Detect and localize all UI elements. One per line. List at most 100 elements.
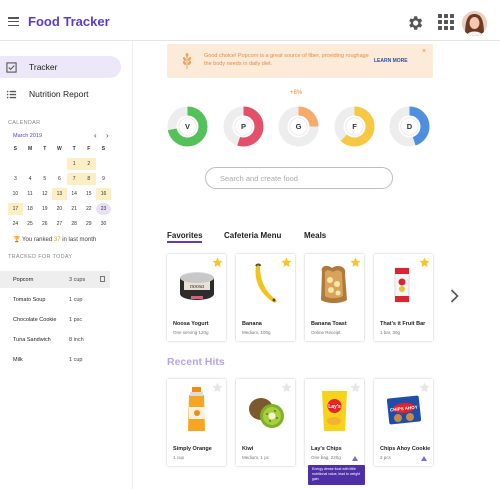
nutrient-ring-f[interactable]: F [334, 106, 375, 147]
tracked-item[interactable]: Tuna Sandwich 8 inch [0, 331, 110, 348]
calendar-day[interactable]: 9 [96, 173, 111, 185]
tracked-section-label: TRACKED FOR TODAY [8, 254, 73, 260]
user-avatar[interactable] [462, 11, 487, 36]
food-name: Lay's Chips [311, 446, 342, 452]
food-name: That's it Fruit Bar [380, 321, 426, 327]
calendar-day[interactable]: 20 [52, 203, 67, 215]
calendar-prev-button[interactable]: ‹ [94, 131, 97, 140]
food-card-banana-toast[interactable]: Banana Toast Online Receipt [305, 254, 364, 341]
star-outline-icon[interactable] [350, 382, 361, 393]
food-card-kiwi[interactable]: Kiwi Medium, 1 pc [236, 379, 295, 466]
weekday-label: S [101, 146, 106, 152]
tracked-item[interactable]: Milk 1 cup [0, 351, 110, 368]
checkbox-icon [6, 61, 17, 73]
tab-cafeteria-menu[interactable]: Cafeteria Menu [224, 231, 281, 240]
calendar-day[interactable]: 24 [8, 218, 23, 230]
calendar-day[interactable]: 3 [8, 173, 23, 185]
star-outline-icon[interactable] [281, 382, 292, 393]
calendar-day[interactable]: 27 [52, 218, 67, 230]
calendar-day[interactable]: 14 [67, 188, 82, 200]
calendar-day[interactable]: 10 [8, 188, 23, 200]
calendar-day[interactable]: 29 [81, 218, 96, 230]
calendar-day[interactable]: 1 [66, 158, 82, 170]
sidebar-divider [132, 41, 133, 489]
calendar-grid: S M T W T F S 1 2 3 4 5 6 7 8 9 10 11 12… [8, 143, 111, 230]
calendar-day[interactable]: 17 [8, 203, 23, 215]
food-serving: 1 bar, 30g [380, 330, 401, 335]
food-card-chips-ahoy[interactable]: CHIPS AHOY Chips Ahoy Cookie 2 pcs [374, 379, 433, 466]
warning-triangle-icon[interactable] [352, 456, 358, 461]
nutrient-ring-d[interactable]: D [389, 106, 430, 147]
calendar-day[interactable]: 15 [81, 188, 96, 200]
tracked-item-qty: 1 cup [69, 356, 83, 363]
recent-hits-title: Recent Hits [167, 356, 225, 368]
tracked-item-name: Tomato Soup [13, 296, 46, 303]
calendar-day[interactable]: 2 [81, 158, 97, 170]
warning-tooltip: Energy dense food with little nutritiona… [308, 465, 365, 485]
calendar-day [96, 158, 111, 170]
food-serving: One serving 120g [173, 330, 209, 335]
calendar-day [52, 158, 67, 170]
calendar-day[interactable]: 18 [23, 203, 38, 215]
nutrient-ring-g[interactable]: G [278, 106, 319, 147]
food-card-fruit-bar[interactable]: That's it Fruit Bar 1 bar, 30g [374, 254, 433, 341]
calendar-day-selected[interactable]: 23 [96, 203, 111, 215]
calendar-day[interactable]: 28 [67, 218, 82, 230]
food-serving: 1 cup [173, 455, 185, 460]
tracked-item[interactable]: Tomato Soup 1 cup [0, 291, 110, 308]
tracked-item[interactable]: Popcorn 3 cups [0, 271, 110, 288]
tab-meals[interactable]: Meals [304, 231, 326, 240]
calendar-section-label: CALENDAR [8, 120, 41, 126]
calendar-day[interactable]: 6 [52, 173, 67, 185]
close-icon[interactable]: × [422, 48, 426, 55]
calendar-day[interactable]: 26 [37, 218, 52, 230]
star-icon[interactable] [419, 257, 430, 268]
warning-triangle-icon[interactable] [421, 456, 427, 461]
calendar-day[interactable]: 7 [66, 173, 82, 185]
weekday-label: W [57, 146, 62, 152]
chevron-right-icon[interactable] [450, 289, 459, 303]
calendar-day [8, 158, 23, 170]
calendar-day[interactable]: 8 [81, 173, 97, 185]
calendar-day[interactable]: 4 [23, 173, 38, 185]
food-name: Simply Orange [173, 446, 212, 452]
calendar-day[interactable]: 16 [96, 188, 111, 200]
tab-favorites[interactable]: Favorites [167, 231, 203, 240]
calendar-day[interactable]: 12 [37, 188, 52, 200]
star-icon[interactable] [212, 257, 223, 268]
food-card-banana[interactable]: Banana Medium, 100g [236, 254, 295, 341]
rank-text: 🏆 You ranked 37 in last month [13, 236, 96, 243]
star-icon[interactable] [281, 257, 292, 268]
trash-icon[interactable] [100, 276, 105, 282]
rank-value: 37 [53, 237, 61, 243]
star-outline-icon[interactable] [212, 382, 223, 393]
star-icon[interactable] [350, 257, 361, 268]
calendar-next-button[interactable]: › [106, 131, 109, 140]
calendar-day[interactable]: 30 [96, 218, 111, 230]
calendar-day[interactable]: 21 [67, 203, 82, 215]
calendar-day[interactable]: 19 [37, 203, 52, 215]
calendar-day[interactable]: 5 [37, 173, 52, 185]
menu-icon[interactable] [8, 17, 19, 27]
calendar-day[interactable]: 25 [23, 218, 38, 230]
learn-more-button[interactable]: LEARN MORE [374, 58, 408, 64]
star-outline-icon[interactable] [419, 382, 430, 393]
food-serving: 2 pcs [380, 455, 391, 460]
calendar-day[interactable]: 13 [52, 188, 67, 200]
nutrient-ring-v[interactable]: V [167, 106, 208, 147]
apps-grid-icon[interactable] [438, 14, 454, 30]
search-input[interactable] [205, 167, 393, 189]
calendar-day[interactable]: 22 [81, 203, 96, 215]
food-card-lays-chips[interactable]: Lay's Lay's Chips One bag, 220g [305, 379, 364, 466]
calendar-day[interactable]: 11 [23, 188, 38, 200]
nutrient-ring-p[interactable]: P [223, 106, 264, 147]
food-serving: Medium, 100g [242, 330, 271, 335]
food-card-simply-orange[interactable]: Simply Orange 1 cup [167, 379, 226, 466]
sidebar-item-tracker[interactable]: Tracker [0, 56, 121, 78]
weekday-label: F [87, 146, 91, 152]
calendar-day [37, 158, 52, 170]
sidebar-item-nutrition-report[interactable]: Nutrition Report [0, 83, 121, 105]
gear-icon[interactable] [406, 14, 424, 32]
food-card-noosa-yogurt[interactable]: noosa Noosa Yogurt One serving 120g [167, 254, 226, 341]
tracked-item[interactable]: Chocolate Cookie 1 psc [0, 311, 110, 328]
